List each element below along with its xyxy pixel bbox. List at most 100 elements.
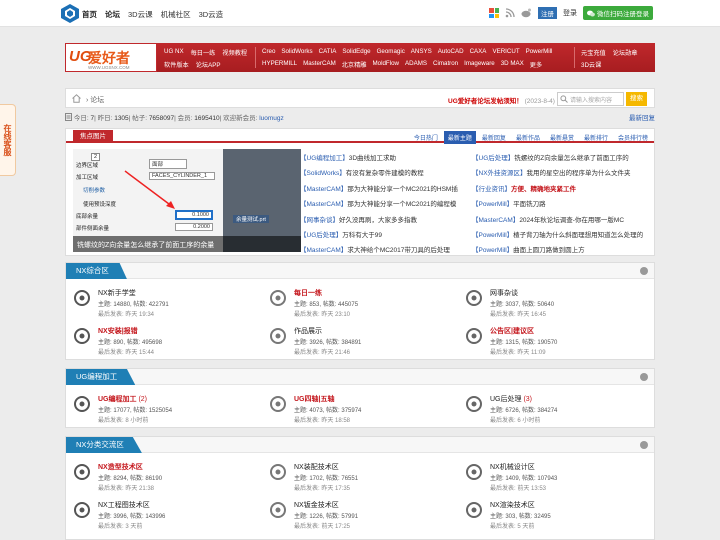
top-nav-mech-community[interactable]: 机械社区 xyxy=(161,9,191,20)
notice-link[interactable]: UG爱好者论坛发帖须知！ (2023-8-4) xyxy=(448,95,555,105)
list-item-tag[interactable]: 【MasterCAM】 xyxy=(300,201,347,208)
menu-item[interactable]: 更多 xyxy=(530,60,542,69)
forum-last-post[interactable]: 最后发表: 昨天 21:38 xyxy=(98,483,154,492)
new-member-link[interactable]: luomugz xyxy=(259,115,284,122)
list-item-tag[interactable]: 【UG后处理】 xyxy=(472,155,514,162)
forum-name-link[interactable]: 每日一练 xyxy=(294,288,322,298)
list-item-title[interactable]: 求大神给个MC2017带刀具的后处理 xyxy=(347,247,450,254)
forum-last-post[interactable]: 最后发表: 8 小时前 xyxy=(98,415,148,424)
forum-last-post[interactable]: 最后发表: 昨天 21:46 xyxy=(294,347,350,356)
list-item-tag[interactable]: 【PowerMill】 xyxy=(472,247,513,254)
list-item[interactable]: 【MasterCAM】那为大神能分享一个MC2021的编程模 xyxy=(300,197,472,212)
menu-item[interactable]: 北京精雕 xyxy=(342,60,367,69)
list-item[interactable]: 【NX外挂资源区】我用的星空出的程序单为什么文件夹 xyxy=(472,166,644,181)
weibo-icon[interactable] xyxy=(521,8,532,18)
forum-name-link[interactable]: UG后处理 (3) xyxy=(490,394,532,404)
list-item-tag[interactable]: 【UG编程加工】 xyxy=(300,155,349,162)
forum-entry[interactable]: 网事杂谈 主题: 3037, 帖数: 50640 最后发表: 昨天 16:45 xyxy=(465,285,655,323)
forum-entry[interactable]: 公告区|建议区 主题: 1315, 帖数: 190570 最后发表: 昨天 11:… xyxy=(465,323,655,361)
tab-hot-today[interactable]: 今日热门 xyxy=(410,131,442,144)
menu-item[interactable]: 视频教程 xyxy=(222,48,247,57)
menu-item[interactable]: VERICUT xyxy=(492,48,519,55)
tab-member-ranking[interactable]: 会员排行榜 xyxy=(614,131,652,144)
forum-entry[interactable]: UG编程加工 (2) 主题: 17077, 帖数: 1525054 最后发表: 8 … xyxy=(73,391,263,429)
menu-item[interactable]: 论坛勋章 xyxy=(613,48,638,57)
list-item-tag[interactable]: 【PowerMill】 xyxy=(472,201,513,208)
list-item[interactable]: 【行业资讯】方便、精确地夹紧工件 xyxy=(472,182,644,197)
list-item[interactable]: 【MasterCAM】那为大神能分享一个MC2021的HSM插 xyxy=(300,182,472,197)
forum-entry[interactable]: NX装配技术区 主题: 1702, 帖数: 76551 最后发表: 昨天 17:3… xyxy=(269,459,459,497)
tab-latest-bounty[interactable]: 最新悬赏 xyxy=(546,131,578,144)
list-item[interactable]: 【SolidWorks】有没有复杂零件建模的教程 xyxy=(300,166,472,181)
list-item-title[interactable]: 2024年秋论坛调查-你在用哪一版MC xyxy=(519,217,624,224)
rss-icon[interactable] xyxy=(505,8,515,18)
top-nav-forum[interactable]: 论坛 xyxy=(105,9,120,20)
menu-item[interactable]: HYPERMILL xyxy=(262,60,297,69)
forum-name-link[interactable]: NX安装|报错 xyxy=(98,326,138,336)
list-item-title[interactable]: 我用的星空出的程序单为什么文件夹 xyxy=(527,170,631,177)
forum-name-link[interactable]: NX新手学堂 xyxy=(98,288,136,298)
color-grid-icon[interactable] xyxy=(489,8,499,18)
forum-name-link[interactable]: NX装配技术区 xyxy=(294,462,339,472)
list-item[interactable]: 【UG后处理】铣螺纹的Z向余量怎么继承了前面工序的 xyxy=(472,151,644,166)
forum-entry[interactable]: UG后处理 (3) 主题: 6726, 帖数: 384274 最后发表: 6 小时前 xyxy=(465,391,655,429)
list-item-tag[interactable]: 【MasterCAM】 xyxy=(472,217,519,224)
forum-last-post[interactable]: 最后发表: 3 天前 xyxy=(98,521,142,530)
forum-last-post[interactable]: 最后发表: 昨天 15:44 xyxy=(98,347,154,356)
menu-item[interactable]: 论坛APP xyxy=(196,60,221,69)
menu-item[interactable]: Creo xyxy=(262,48,275,55)
wechat-login-button[interactable]: 微信扫码注册登录 xyxy=(583,6,653,20)
collapse-icon[interactable] xyxy=(640,441,648,449)
list-item-title[interactable]: 那为大神能分享一个MC2021的HSM插 xyxy=(347,186,458,193)
forum-name-link[interactable]: 公告区|建议区 xyxy=(490,326,534,336)
top-nav-3d-course[interactable]: 3D云课 xyxy=(128,9,153,20)
list-item[interactable]: 【PowerMill】平面铣刀路 xyxy=(472,197,644,212)
latest-reply-link[interactable]: 最新回复 xyxy=(629,112,655,122)
slide-caption[interactable]: 铣螺纹的Z向余量怎么继承了前面工序的余量 xyxy=(73,236,301,252)
focus-slide[interactable]: 2 边界区域 加工区域 面部 FACES_CYLINDER_1 切削参数 使用预… xyxy=(73,149,301,252)
menu-item[interactable]: Imageware xyxy=(464,60,495,69)
forum-last-post[interactable]: 最后发表: 前天 13:53 xyxy=(490,483,546,492)
forum-last-post[interactable]: 最后发表: 昨天 18:58 xyxy=(294,415,350,424)
forum-name-link[interactable]: NX钣金技术区 xyxy=(294,500,339,510)
list-item-title[interactable]: 3D曲线加工求助 xyxy=(349,155,396,162)
forum-last-post[interactable]: 最后发表: 前天 17:25 xyxy=(294,521,350,530)
forum-entry[interactable]: NX钣金技术区 主题: 1226, 帖数: 57991 最后发表: 前天 17:2… xyxy=(269,497,459,535)
forum-last-post[interactable]: 最后发表: 昨天 17:35 xyxy=(294,483,350,492)
tab-latest-works[interactable]: 最新作品 xyxy=(512,131,544,144)
forum-entry[interactable]: 作品展示 主题: 3926, 帖数: 384891 最后发表: 昨天 21:46 xyxy=(269,323,459,361)
section-title[interactable]: NX综合区 xyxy=(66,263,127,279)
list-item[interactable]: 【MasterCAM】2024年秋论坛调查-你在用哪一版MC xyxy=(472,213,644,228)
menu-item[interactable]: ANSYS xyxy=(411,48,432,55)
menu-item[interactable]: AutoCAD xyxy=(438,48,464,55)
list-item-tag[interactable]: 【NX外挂资源区】 xyxy=(472,170,527,177)
forum-last-post[interactable]: 最后发表: 昨天 23:10 xyxy=(294,309,350,318)
search-input[interactable]: 请输入搜索内容 xyxy=(557,92,624,106)
forum-name-link[interactable]: 作品展示 xyxy=(294,326,322,336)
forum-last-post[interactable]: 最后发表: 昨天 11:09 xyxy=(490,347,546,356)
list-item-title[interactable]: 曲面上圆刀路做到圆上方 xyxy=(513,247,585,254)
search-button[interactable]: 搜索 xyxy=(626,92,647,106)
forum-entry[interactable]: UG四轴|五轴 主题: 4073, 帖数: 375974 最后发表: 昨天 18:… xyxy=(269,391,459,429)
menu-item[interactable]: UG NX xyxy=(164,48,184,57)
list-item[interactable]: 【网事杂谈】好久没再刷，大家多多指教 xyxy=(300,213,472,228)
menu-item[interactable]: 元宝充值 xyxy=(581,48,606,57)
section-title[interactable]: UG编程加工 xyxy=(66,369,136,385)
menu-item[interactable]: ADAMS xyxy=(405,60,427,69)
register-button[interactable]: 注册 xyxy=(538,7,557,19)
menu-item[interactable]: CATIA xyxy=(319,48,337,55)
site-cube-logo-icon[interactable] xyxy=(61,4,79,23)
menu-item[interactable]: SolidEdge xyxy=(342,48,370,55)
login-link[interactable]: 登录 xyxy=(563,8,577,18)
forum-entry[interactable]: NX安装|报错 主题: 890, 帖数: 495698 最后发表: 昨天 15:4… xyxy=(73,323,263,361)
menu-item[interactable]: MasterCAM xyxy=(303,60,336,69)
tab-latest-replies[interactable]: 最新回复 xyxy=(478,131,510,144)
forum-name-link[interactable]: NX机械设计区 xyxy=(490,462,535,472)
forum-name-link[interactable]: NX工程图技术区 xyxy=(98,500,150,510)
top-nav-home[interactable]: 首页 xyxy=(82,9,97,20)
forum-name-link[interactable]: 网事杂谈 xyxy=(490,288,518,298)
tab-latest-topics[interactable]: 最新主题 xyxy=(443,131,476,144)
tab-latest-ranking[interactable]: 最新排行 xyxy=(580,131,612,144)
menu-item[interactable]: Geomagic xyxy=(377,48,405,55)
home-icon[interactable] xyxy=(72,94,81,103)
